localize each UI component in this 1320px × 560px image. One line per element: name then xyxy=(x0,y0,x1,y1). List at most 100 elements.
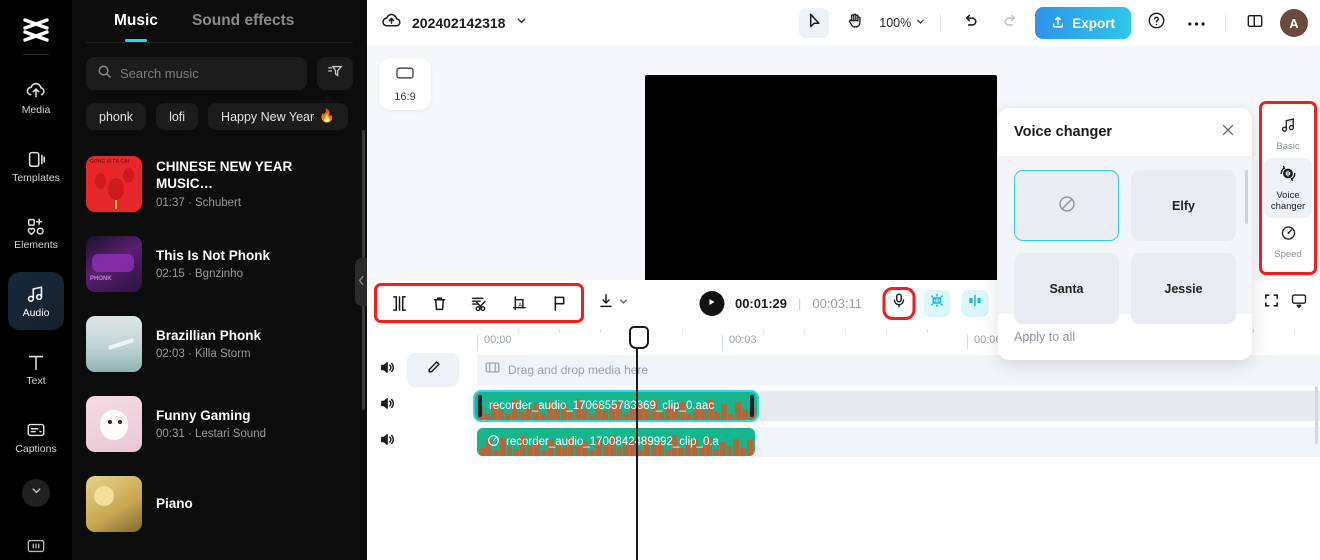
preview-monitor-icon[interactable] xyxy=(1290,292,1308,314)
timeline-tracks-area[interactable]: 00:00 00:03 00:06 00:09 xyxy=(367,326,1320,560)
tab-sound-effects[interactable]: Sound effects xyxy=(192,12,294,42)
voice-option-none[interactable] xyxy=(1014,170,1119,241)
layout-toggle-button[interactable] xyxy=(1240,8,1270,38)
upload-icon xyxy=(1051,15,1065,32)
filter-button[interactable] xyxy=(317,57,353,90)
attr-item-basic[interactable]: Basic xyxy=(1264,110,1312,158)
speaker-icon xyxy=(379,431,396,453)
clip-trim-handle-left[interactable] xyxy=(478,395,482,417)
music-note-icon xyxy=(25,283,47,305)
track-duration: 02:15 xyxy=(156,268,185,281)
project-name[interactable]: 202402142318 xyxy=(412,15,505,31)
track-header-audio-1 xyxy=(367,388,477,424)
chevron-down-icon[interactable] xyxy=(515,14,528,32)
audio-clip-1[interactable]: recorder_audio_1706855783369_clip_0.aac xyxy=(473,390,759,422)
list-item[interactable]: PHONK This Is Not Phonk 02:15 · Bgnzinho xyxy=(86,224,367,304)
track-thumbnail: GONG XI FA CAI xyxy=(86,156,142,212)
attr-item-voice-changer[interactable]: Voice changer xyxy=(1264,157,1312,218)
toolbar-divider xyxy=(940,14,942,32)
attribute-rail: Basic Voice changer Speed xyxy=(1259,101,1317,275)
edit-track-button[interactable] xyxy=(407,353,459,387)
export-button[interactable]: Export xyxy=(1035,7,1131,39)
more-options-button[interactable] xyxy=(1181,8,1211,38)
captions-icon xyxy=(25,419,47,441)
search-box[interactable] xyxy=(86,57,307,90)
panel-collapse-button[interactable] xyxy=(355,258,367,306)
cloud-upload-icon xyxy=(25,80,47,102)
clip-trim-handle-right[interactable] xyxy=(750,395,754,417)
chip-phonk[interactable]: phonk xyxy=(86,103,147,130)
voice-option-jessie[interactable]: Jessie xyxy=(1131,253,1236,324)
play-button[interactable] xyxy=(698,290,724,316)
mute-button[interactable] xyxy=(367,359,407,381)
zoom-level-selector[interactable]: 100% xyxy=(879,16,926,30)
track-duration: 02:03 xyxy=(156,348,185,361)
marker-flag-icon[interactable] xyxy=(547,291,571,315)
split-audio-button[interactable] xyxy=(961,289,989,317)
capcut-logo-icon[interactable] xyxy=(16,8,56,52)
aspect-ratio-button[interactable]: 16:9 xyxy=(379,58,431,110)
track-thumbnail xyxy=(86,316,142,372)
editor-area: 202402142318 100% Export A 16:9 Voice ch… xyxy=(367,0,1320,560)
search-input[interactable] xyxy=(120,66,296,81)
sidebar-item-audio[interactable]: Audio xyxy=(8,271,64,330)
download-button[interactable] xyxy=(597,292,629,315)
search-icon xyxy=(97,64,112,84)
voice-option-santa[interactable]: Santa xyxy=(1014,253,1119,324)
redo-button[interactable] xyxy=(995,8,1025,38)
apply-to-all-button[interactable]: Apply to all xyxy=(1014,330,1075,344)
film-strip-icon xyxy=(485,361,500,379)
redo-icon xyxy=(1002,12,1019,34)
auto-enhance-button[interactable] xyxy=(923,289,951,317)
voice-changer-header: Voice changer xyxy=(998,108,1252,156)
cloud-sync-icon[interactable] xyxy=(381,12,402,35)
record-voiceover-button[interactable] xyxy=(882,286,916,320)
avatar[interactable]: A xyxy=(1280,9,1308,37)
audio-clip-2[interactable]: recorder_audio_1700842489992_clip_0.a xyxy=(477,428,755,456)
sidebar-item-text[interactable]: Text xyxy=(8,340,64,398)
sidebar-item-templates[interactable]: Templates xyxy=(8,137,64,195)
list-item[interactable]: Piano xyxy=(86,464,367,544)
sidebar-more-button[interactable] xyxy=(22,479,50,507)
list-item[interactable]: Funny Gaming 00:31 · Lestari Sound xyxy=(86,384,367,464)
track-title: Funny Gaming xyxy=(156,407,251,423)
voice-option-label: Jessie xyxy=(1164,281,1203,296)
video-preview[interactable] xyxy=(645,75,997,297)
select-tool-button[interactable] xyxy=(799,8,830,38)
ellipsis-icon xyxy=(1187,14,1206,32)
ai-crop-icon[interactable]: AI xyxy=(507,291,531,315)
list-item[interactable]: GONG XI FA CAI CHINESE NEW YEAR MUSIC… 0… xyxy=(86,144,367,224)
none-slash-icon xyxy=(1057,194,1077,217)
voice-option-elfy[interactable]: Elfy xyxy=(1131,170,1236,241)
sidebar-item-elements[interactable]: Elements xyxy=(8,204,64,262)
undo-button[interactable] xyxy=(955,8,985,38)
mute-button[interactable] xyxy=(367,431,407,453)
close-icon[interactable] xyxy=(1220,122,1236,143)
fullscreen-icon[interactable] xyxy=(1263,292,1280,314)
mute-button[interactable] xyxy=(367,395,407,417)
rail-divider xyxy=(22,53,50,55)
media-drop-label: Drag and drop media here xyxy=(508,363,649,377)
trim-silence-icon[interactable] xyxy=(467,291,491,315)
music-note-icon xyxy=(1279,116,1298,139)
hand-tool-button[interactable] xyxy=(839,8,869,38)
attr-item-speed[interactable]: Speed xyxy=(1264,218,1312,266)
split-clip-icon[interactable] xyxy=(387,291,411,315)
voice-changer-scrollbar[interactable] xyxy=(1245,170,1248,224)
search-row xyxy=(72,43,367,90)
keyboard-shortcuts-icon[interactable] xyxy=(25,537,47,560)
chip-happy-new-year[interactable]: Happy New Year 🔥 xyxy=(208,103,348,130)
timeline-scrollbar[interactable] xyxy=(1315,386,1318,444)
track-artist: Schubert xyxy=(195,196,242,209)
chip-lofi[interactable]: lofi xyxy=(156,103,199,130)
preview-stage: 16:9 Voice changer Elfy Santa Jessie App… xyxy=(367,46,1320,360)
playhead[interactable] xyxy=(629,326,649,560)
trash-icon[interactable] xyxy=(427,291,451,315)
sidebar-item-media[interactable]: Media xyxy=(8,69,64,127)
help-button[interactable] xyxy=(1141,8,1171,38)
list-item[interactable]: Brazillian Phonk 02:03 · Killa Storm xyxy=(86,304,367,384)
sidebar-item-captions[interactable]: Captions xyxy=(8,407,64,465)
cursor-arrow-icon xyxy=(806,12,823,34)
tab-music[interactable]: Music xyxy=(114,12,158,42)
speaker-icon xyxy=(379,395,396,417)
